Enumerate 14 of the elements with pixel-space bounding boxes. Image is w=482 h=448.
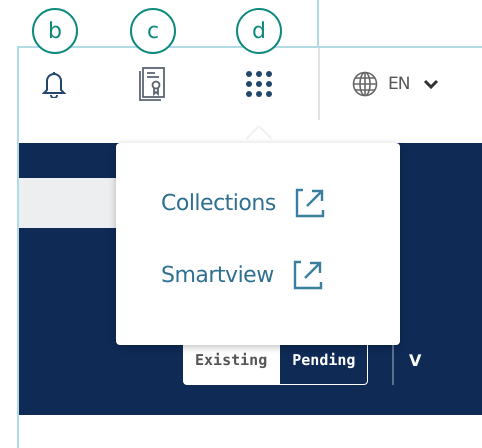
callout-marker: d [236,8,282,54]
callout-marker: b [32,8,78,54]
menu-item-link[interactable]: Smartview [161,259,400,291]
toolbar-label[interactable]: V [408,350,422,370]
notification-bell-icon[interactable] [41,70,67,98]
globe-icon[interactable] [352,71,378,97]
external-link-icon [294,187,326,219]
language-label[interactable]: EN [388,74,410,94]
certificate-icon[interactable] [139,67,165,101]
menu-item-link[interactable]: Collections [161,187,400,219]
external-link-icon [292,259,324,291]
chevron-down-icon[interactable] [423,79,440,89]
app-grid-icon[interactable] [245,70,273,98]
callout-marker: c [130,8,176,54]
